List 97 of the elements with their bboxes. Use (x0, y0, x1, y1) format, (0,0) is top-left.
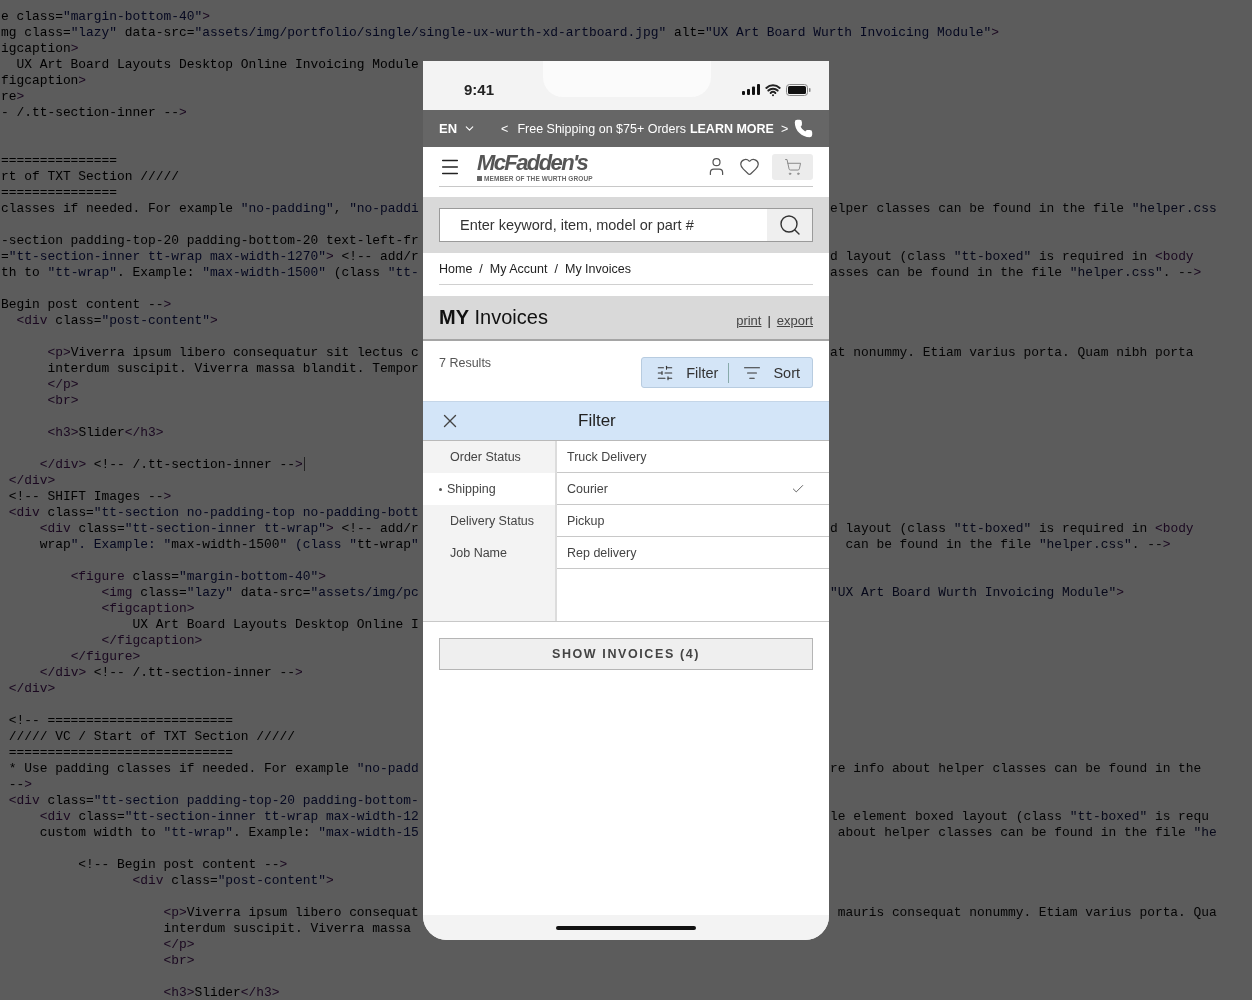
code-line: <div class="tt-section-inner tt-wrap"> <!-- add/r (38, 521, 419, 537)
brand-logo[interactable]: McFadden's (477, 151, 593, 174)
code-line: </figcaption> (100, 633, 203, 649)
code-line: mg class="lazy" data-src="assets/img/portfolio/single/single-ux-wurth-xd-artboard.jpg" alt="UX Art Board Wurth Invoicing Module"> (0, 25, 999, 41)
phone-icon[interactable] (794, 119, 813, 138)
cart-icon (783, 157, 802, 176)
code-line: <div class="tt-section-inner tt-wrap max-width-12 (38, 809, 419, 825)
code-line: </figure> (69, 649, 141, 665)
code-line: </div> <!-- /.tt-section-inner --> (38, 457, 305, 473)
breadcrumb-link[interactable]: My Invoices (565, 261, 631, 276)
code-line: <div class="post-content"> (15, 313, 218, 329)
sliders-icon (656, 363, 675, 382)
code-line: at nonummy. Etiam varius porta. Quam nibh porta (829, 345, 1194, 361)
promo-message: Free Shipping on $75+ Orders (517, 121, 686, 136)
code-line: <!-- ======================== (7, 713, 234, 729)
filter-option[interactable]: Rep delivery (557, 537, 829, 569)
code-line: <br> (46, 393, 79, 409)
code-line: interdum suscipit. Viverra massa (162, 921, 411, 937)
filter-option[interactable]: Truck Delivery (557, 441, 829, 473)
filter-option[interactable]: Courier (557, 473, 829, 505)
code-line: ///// VC / Start of TXT Section ///// (7, 729, 295, 745)
code-line: </div> <!-- /.tt-section-inner --> (38, 665, 303, 681)
code-line: "UX Art Board Wurth Invoicing Module"> (829, 585, 1124, 601)
code-line: d layout (class "tt-boxed" is required in <body (829, 249, 1194, 265)
toolbar-button[interactable]: Sort (743, 363, 800, 382)
code-line: UX Art Board Layouts Desktop Online I (131, 617, 419, 633)
code-line: ="tt-section-inner tt-wrap max-width-1270"> <!-- add/r (0, 249, 419, 265)
category-item[interactable]: Shipping (423, 473, 555, 505)
category-item[interactable]: Delivery Status (423, 505, 555, 537)
code-line: e class="margin-bottom-40"> (0, 9, 210, 25)
code-line: rt of TXT Section ///// (0, 169, 179, 185)
results-count: 7 Results (439, 356, 492, 370)
page-title: MY Invoices (439, 306, 548, 329)
link-separator: | (767, 313, 771, 328)
code-line: <h3>Slider</h3> (46, 425, 164, 441)
code-line: UX Art Board Layouts Desktop Online Invoicing Module (15, 57, 419, 73)
code-line: <!-- SHIFT Images --> (7, 489, 172, 505)
code-line: <p>Viverra ipsum libero consequat (162, 905, 419, 921)
code-line: </p> (162, 937, 195, 953)
code-line: classes if needed. For example "no-padding", "no-paddi (0, 201, 419, 217)
code-line: * Use padding classes if needed. For example "no-padd (7, 761, 419, 777)
code-line: =============== (0, 185, 118, 201)
breadcrumb-separator: / (554, 261, 558, 276)
filter-title: Filter (578, 411, 616, 431)
wifi-icon (765, 81, 781, 98)
code-line: can be found in the file "helper.css". --> (844, 537, 1171, 553)
code-line: mauris consequat nonummy. Etiam varius porta. Qua (836, 905, 1217, 921)
code-line: =============== (0, 153, 118, 169)
code-line: elper classes can be found in the file "helper.css (829, 201, 1217, 217)
code-line: igcaption> (0, 41, 79, 57)
code-line: interdum suscipit. Viverra massa blandit. Tempor (46, 361, 419, 377)
code-line: <div class="post-content"> (131, 873, 334, 889)
code-line: <div class="tt-section padding-top-20 padding-bottom- (7, 793, 419, 809)
code-line: about helper classes can be found in the file "he (836, 825, 1217, 841)
code-line: <div class="tt-section no-padding-top no-padding-bott (7, 505, 419, 521)
breadcrumb-link[interactable]: Home (439, 261, 473, 276)
code-line: <h3>Slider</h3> (162, 985, 280, 1000)
code-line: <p>Viverra ipsum libero consequatur sit lectus c (46, 345, 419, 361)
status-time: 9:41 (464, 81, 495, 98)
language-select[interactable]: EN (439, 121, 477, 136)
filter-option[interactable]: Pickup (557, 505, 829, 537)
code-line: re info about helper classes can be found in the (829, 761, 1202, 777)
code-line: <img class="lazy" data-src="assets/img/pc (100, 585, 419, 601)
breadcrumb-link[interactable]: My Accunt (489, 261, 548, 276)
code-line: Begin post content --> (0, 297, 172, 313)
code-line: wrap". Example: "max-width-1500" (class "tt-wrap" (38, 537, 419, 553)
code-line: le element boxed layout (class "tt-boxed" is requ (829, 809, 1210, 825)
signal-icon (742, 84, 760, 95)
heart-icon[interactable] (739, 156, 760, 177)
code-line: figcaption> (0, 73, 87, 89)
code-line: </p> (46, 377, 79, 393)
code-line: <!-- Begin post content --> (77, 857, 288, 873)
code-line: asses can be found in the file "helper.css". --> (829, 265, 1202, 281)
category-item[interactable]: Job Name (423, 537, 555, 569)
group-icon (477, 175, 482, 181)
toolbar-button[interactable]: Filter (656, 363, 719, 382)
code-line: re> (0, 89, 25, 105)
learn-more-link[interactable]: LEARN MORE (689, 121, 774, 136)
code-line: d layout (class "tt-boxed" is required in <body (829, 521, 1194, 537)
code-line: </div> (7, 473, 56, 489)
code-line: <figure class="margin-bottom-40"> (69, 569, 326, 585)
code-line: ============================= (7, 745, 234, 761)
code-line: th to "tt-wrap". Example: "max-width-1500" (class "tt- (0, 265, 419, 281)
code-line: --> (7, 777, 32, 793)
action-link[interactable]: print (736, 313, 762, 328)
show-invoices-button[interactable]: SHOW INVOICES (4) (439, 638, 813, 670)
code-line: - /.tt-section-inner --> (0, 105, 187, 121)
code-line: <br> (162, 953, 195, 969)
battery-icon (786, 83, 811, 96)
code-line: -section padding-top-20 padding-bottom-20 text-left-fr (0, 233, 419, 249)
cart-button[interactable] (772, 153, 813, 180)
category-item[interactable]: Order Status (423, 441, 555, 473)
action-link[interactable]: export (776, 313, 813, 328)
code-line: custom width to "tt-wrap". Example: "max-width-15 (38, 825, 419, 841)
breadcrumb-separator: / (479, 261, 483, 276)
code-line: </div> (7, 681, 56, 697)
code-line: <figcaption> (100, 601, 195, 617)
